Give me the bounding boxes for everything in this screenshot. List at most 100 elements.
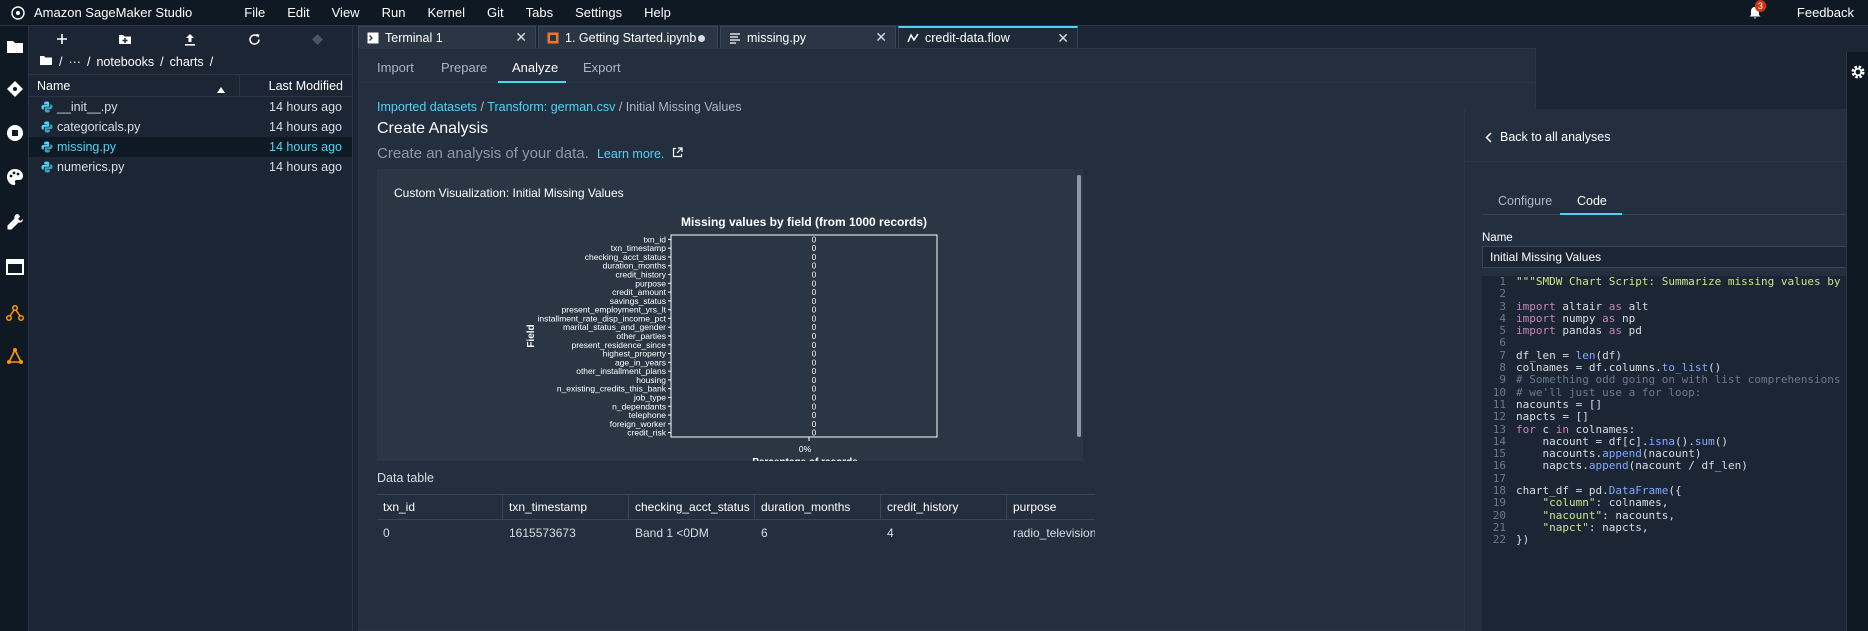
- pipelines-icon[interactable]: [4, 302, 26, 324]
- breadcrumb-imported-datasets[interactable]: Imported datasets: [377, 100, 477, 114]
- close-icon[interactable]: ✕: [1057, 30, 1069, 47]
- file-browser-toolbar: [29, 26, 352, 50]
- menu-run[interactable]: Run: [382, 5, 406, 20]
- data-table-body: 0 1615573673 Band 1 <0DM 6 4 radio_television: [377, 520, 1095, 546]
- menu-file[interactable]: File: [244, 5, 265, 20]
- breadcrumb-notebooks[interactable]: notebooks: [96, 55, 154, 69]
- modified-column-header[interactable]: Last Modified: [269, 79, 343, 93]
- running-kernels-icon[interactable]: [4, 122, 26, 144]
- refresh-icon[interactable]: [245, 30, 263, 48]
- breadcrumb-root[interactable]: /: [59, 55, 62, 69]
- line-number: 6: [1499, 336, 1506, 350]
- line-number: 2: [1499, 287, 1506, 301]
- column-divider: [239, 75, 240, 97]
- tab-missing-py[interactable]: missing.py ✕: [720, 26, 896, 48]
- name-column-header[interactable]: Name: [37, 79, 70, 93]
- data-label: 0: [812, 253, 817, 262]
- file-list-item[interactable]: __init__.py 14 hours ago: [29, 97, 352, 117]
- new-folder-icon[interactable]: [116, 30, 134, 48]
- tab-analyze[interactable]: Analyze: [512, 60, 558, 75]
- line-number: 12: [1492, 410, 1506, 424]
- file-list-item[interactable]: numerics.py 14 hours ago: [29, 157, 352, 177]
- page-subtitle: Create an analysis of your data. Learn m…: [377, 145, 683, 162]
- feedback-link[interactable]: Feedback: [1797, 5, 1854, 20]
- window-icon[interactable]: [4, 256, 26, 278]
- table-cell: radio_television: [1013, 526, 1095, 540]
- data-label: 0: [812, 411, 817, 420]
- table-column-header[interactable]: credit_history: [881, 495, 1007, 519]
- vertical-scrollbar[interactable]: [1077, 175, 1081, 437]
- menu-help[interactable]: Help: [644, 5, 671, 20]
- data-label: 0: [812, 385, 817, 394]
- line-number: 16: [1492, 459, 1506, 473]
- breadcrumb-ellipsis[interactable]: ···: [68, 55, 81, 69]
- menu-kernel[interactable]: Kernel: [427, 5, 465, 20]
- data-label: 0: [812, 297, 817, 306]
- breadcrumb-separator: /: [618, 100, 626, 114]
- tab-terminal[interactable]: Terminal 1 ✕: [358, 26, 536, 48]
- data-label: 0: [812, 376, 817, 385]
- tab-credit-data-flow[interactable]: credit-data.flow ✕: [898, 26, 1078, 48]
- back-to-analyses-button[interactable]: Back to all analyses: [1485, 130, 1610, 144]
- terminal-icon: [367, 32, 379, 44]
- table-cell: 1615573673: [509, 526, 576, 540]
- tab-import[interactable]: Import: [377, 60, 414, 75]
- menu-edit[interactable]: Edit: [287, 5, 309, 20]
- folder-icon[interactable]: [4, 35, 26, 57]
- menu-tabs[interactable]: Tabs: [526, 5, 553, 20]
- gear-icon[interactable]: [1850, 64, 1866, 83]
- palette-icon[interactable]: [4, 166, 26, 188]
- tab-export[interactable]: Export: [583, 60, 621, 75]
- folder-icon[interactable]: [39, 55, 53, 69]
- table-column-header[interactable]: duration_months: [755, 495, 881, 519]
- document-tabbar: Terminal 1 ✕ 1. Getting Started.ipynb mi…: [358, 26, 1080, 48]
- table-column-header[interactable]: txn_id: [377, 495, 503, 519]
- notifications-bell-icon[interactable]: 3: [1745, 0, 1766, 23]
- close-icon[interactable]: ✕: [875, 29, 887, 46]
- tab-code[interactable]: Code: [1577, 194, 1607, 208]
- tab-prepare[interactable]: Prepare: [441, 60, 487, 75]
- data-label: 0: [812, 402, 817, 411]
- external-link-icon: [672, 147, 683, 158]
- menu-git[interactable]: Git: [487, 5, 504, 20]
- notification-count-badge: 3: [1754, 0, 1766, 12]
- breadcrumb-separator: /: [209, 55, 214, 69]
- table-column-header[interactable]: purpose: [1007, 495, 1095, 519]
- new-launcher-icon[interactable]: [53, 30, 71, 48]
- wrench-icon[interactable]: [4, 211, 26, 233]
- close-icon[interactable]: ✕: [515, 29, 527, 46]
- text-file-icon: [729, 32, 741, 44]
- main-area: Terminal 1 ✕ 1. Getting Started.ipynb mi…: [354, 26, 1868, 631]
- file-list-item[interactable]: categoricals.py 14 hours ago: [29, 117, 352, 137]
- file-list-header: Name Last Modified: [29, 74, 352, 97]
- data-label: 0: [812, 271, 817, 280]
- learn-more-label: Learn more.: [596, 147, 665, 161]
- learn-more-link[interactable]: Learn more.: [597, 147, 683, 161]
- code-line: 22}): [1482, 533, 1866, 546]
- table-column-header[interactable]: checking_acct_status: [629, 495, 755, 519]
- sort-ascending-icon[interactable]: [217, 82, 225, 96]
- git-icon[interactable]: [4, 78, 26, 100]
- tab-getting-started-notebook[interactable]: 1. Getting Started.ipynb: [538, 26, 718, 48]
- name-field-label: Name: [1482, 232, 1513, 244]
- data-label: 0: [812, 235, 817, 244]
- upload-icon[interactable]: [181, 30, 199, 48]
- activity-rail: [0, 26, 29, 631]
- experiments-icon[interactable]: [4, 345, 26, 367]
- analysis-name-input[interactable]: [1482, 246, 1864, 268]
- file-modified: 14 hours ago: [269, 100, 342, 114]
- tab-label: missing.py: [747, 30, 807, 45]
- y-axis-label: Field: [526, 324, 537, 347]
- file-name: numerics.py: [57, 160, 125, 174]
- code-editor[interactable]: 1 """SMDW Chart Script: Summarize missing…: [1482, 276, 1866, 631]
- menu-view[interactable]: View: [332, 5, 360, 20]
- data-label: 0: [812, 341, 817, 350]
- breadcrumb-charts[interactable]: charts: [170, 55, 204, 69]
- file-list-item[interactable]: missing.py 14 hours ago: [29, 137, 352, 157]
- tab-configure[interactable]: Configure: [1498, 194, 1552, 208]
- git-clone-icon[interactable]: [308, 30, 326, 48]
- data-table-header: txn_id txn_timestamp checking_acct_status d…: [377, 494, 1095, 520]
- breadcrumb-transform[interactable]: Transform: german.csv: [487, 100, 615, 114]
- menu-settings[interactable]: Settings: [575, 5, 622, 20]
- table-column-header[interactable]: txn_timestamp: [503, 495, 629, 519]
